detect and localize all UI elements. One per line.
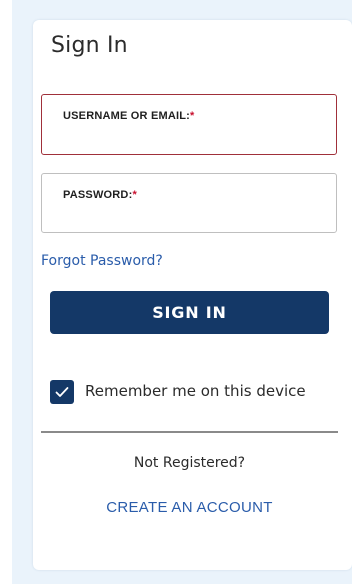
required-marker: * xyxy=(190,110,195,122)
not-registered-text: Not Registered? xyxy=(133,455,246,471)
password-label: PASSWORD:* xyxy=(63,189,137,201)
username-field[interactable]: USERNAME OR EMAIL:* xyxy=(41,94,337,155)
username-label: USERNAME OR EMAIL:* xyxy=(63,110,195,122)
forgot-password-link[interactable]: Forgot Password? xyxy=(41,253,163,269)
remember-me-checkbox[interactable] xyxy=(50,380,74,404)
remember-me-label[interactable]: Remember me on this device xyxy=(85,382,306,400)
password-field[interactable]: PASSWORD:* xyxy=(41,173,337,233)
password-label-text: PASSWORD: xyxy=(63,189,133,201)
required-marker: * xyxy=(132,189,137,201)
sign-in-title: Sign In xyxy=(51,33,128,58)
sign-in-button[interactable]: SIGN IN xyxy=(50,291,329,334)
checkmark-icon xyxy=(55,387,69,397)
divider xyxy=(41,431,338,433)
create-account-link[interactable]: CREATE AN ACCOUNT xyxy=(41,499,338,516)
username-label-text: USERNAME OR EMAIL: xyxy=(63,110,191,122)
